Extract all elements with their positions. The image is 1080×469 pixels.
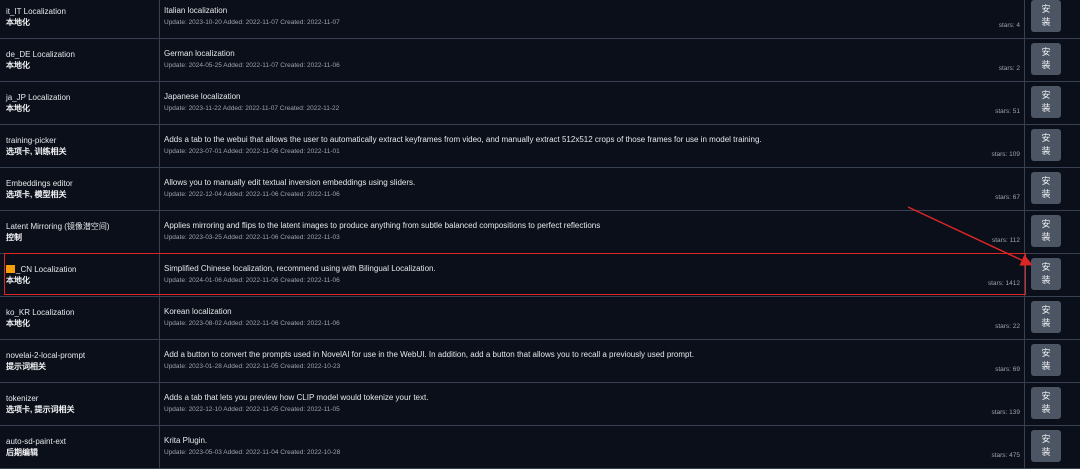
annotation-arrow <box>907 206 1033 266</box>
